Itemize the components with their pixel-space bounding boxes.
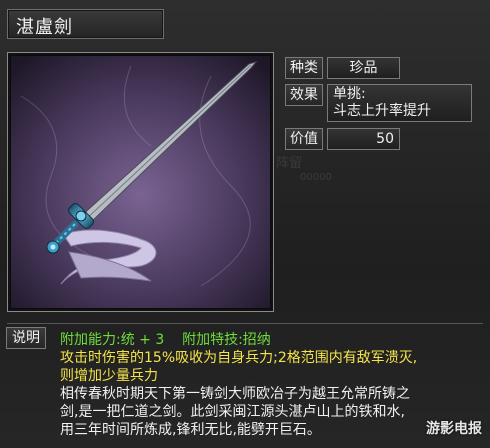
sword-artwork [11, 56, 270, 308]
item-artwork-frame [7, 52, 274, 312]
category-value-text: 珍品 [349, 60, 378, 76]
price-value: 50 [327, 128, 400, 150]
lore-line-2: 剑,是一把仁道之剑。此剑采闽江源头湛卢山上的铁和水, [60, 404, 405, 420]
effect-line-2: 斗志上升率提升 [333, 103, 431, 119]
effect-desc-line-2: 则增加少量兵力 [60, 368, 158, 384]
category-label: 种类 [285, 57, 323, 79]
price-label: 价值 [285, 128, 323, 150]
effect-line-1: 单挑: [333, 86, 366, 102]
ghost-text-1: 阵留 [276, 156, 303, 171]
skill-value: 招纳 [242, 332, 271, 348]
effect-value: 单挑: 斗志上升率提升 [327, 84, 472, 122]
price-value-text: 50 [376, 131, 394, 147]
site-watermark: 游影电报 [426, 421, 482, 437]
effect-desc-line-1: 攻击时伤害的15%吸收为自身兵力;2格范围内有敌军溃灭, [60, 350, 418, 366]
ability-value: 统 + 3 [120, 332, 165, 348]
item-title-box: 湛盧劍 [7, 9, 164, 39]
ability-prefix: 附加能力: [60, 332, 121, 348]
category-value: 珍品 [327, 57, 400, 79]
skill-prefix: 附加特技: [182, 332, 243, 348]
ghost-text-2: 00000 [300, 172, 332, 183]
description-label: 说明 [6, 327, 46, 349]
effect-label: 效果 [285, 84, 323, 106]
item-name: 湛盧劍 [16, 17, 73, 38]
lore-line-1: 相传春秋时期天下第一铸剑大师欧冶子为越王允常所铸之 [60, 386, 410, 402]
lore-line-3: 用三年时间所炼成,锋利无比,能劈开巨石。 [60, 422, 321, 438]
ability-line: 附加能力:统 + 3 附加特技:招纳 [60, 329, 271, 349]
